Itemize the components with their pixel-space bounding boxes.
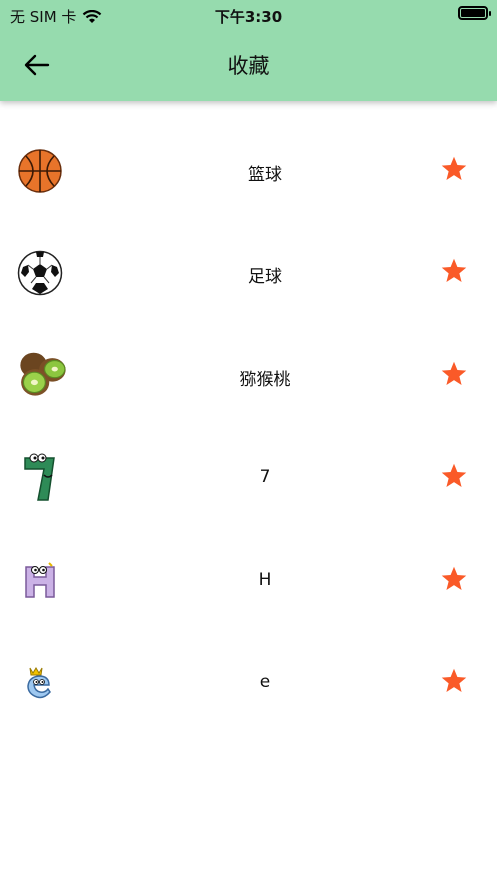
letter-e-icon [12,657,68,709]
item-label: 7 [259,467,271,488]
item-label: 足球 [248,267,282,288]
star-icon[interactable] [440,257,468,285]
app-bar: 无 SIM 卡 下午3:30 收藏 [0,0,497,101]
list-item[interactable]: e [0,632,497,734]
star-icon[interactable] [440,565,468,593]
favorites-list: 篮球 足球 猕猴桃 7 H e [0,120,497,734]
star-icon[interactable] [440,462,468,490]
soccer-ball-icon [12,247,68,299]
number-seven-icon [12,452,68,504]
letter-h-icon [12,555,68,607]
item-label: 篮球 [248,165,282,185]
list-item[interactable]: 足球 [0,222,497,324]
page-title: 收藏 [227,54,270,78]
item-label: e [259,671,271,692]
status-bar: 无 SIM 卡 下午3:30 [0,0,497,28]
basketball-icon [12,145,68,197]
kiwi-icon [12,350,68,402]
battery-icon [458,6,491,20]
star-icon[interactable] [440,360,468,388]
list-item[interactable]: 7 [0,427,497,529]
list-item[interactable]: H [0,530,497,632]
star-icon[interactable] [440,155,468,183]
item-label: 猕猴桃 [239,369,291,390]
list-item[interactable]: 猕猴桃 [0,325,497,427]
status-time: 下午3:30 [214,8,283,26]
item-label: H [258,569,272,590]
star-icon[interactable] [440,667,468,695]
list-item[interactable]: 篮球 [0,120,497,222]
